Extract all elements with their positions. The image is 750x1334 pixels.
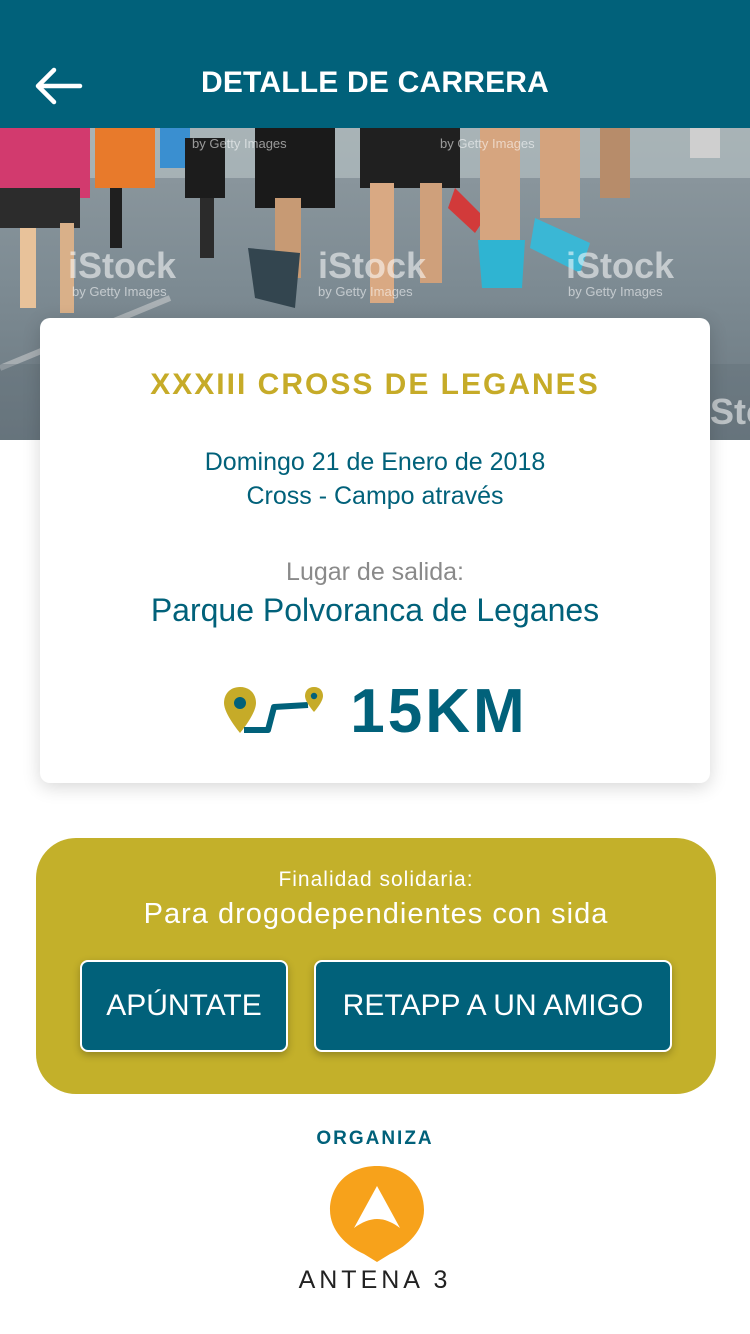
svg-text:by Getty Images: by Getty Images — [440, 136, 535, 151]
svg-text:by Getty Images: by Getty Images — [318, 284, 413, 299]
svg-text:iStock: iStock — [566, 245, 675, 286]
solidarity-label: Finalidad solidaria: — [278, 868, 474, 891]
svg-text:iStock: iStock — [318, 245, 427, 286]
distance-value: 15KM — [350, 676, 528, 746]
top-bar: DETALLE DE CARRERA — [0, 0, 750, 128]
start-place-label: Lugar de salida: — [286, 558, 464, 586]
start-place-value: Parque Polvoranca de Leganes — [150, 592, 600, 628]
race-card: XXXIII CROSS DE LEGANES Domingo 21 de En… — [40, 318, 710, 783]
svg-text:by Getty Images: by Getty Images — [192, 136, 287, 151]
antena3-logo-text: ANTENA 3 — [298, 1266, 452, 1294]
join-button[interactable]: APÚNTATE — [80, 960, 288, 1052]
solidarity-value: Para drogodependientes con sida — [143, 898, 609, 930]
route-pin-icon — [224, 687, 324, 733]
race-type: Cross - Campo através — [246, 482, 504, 510]
race-date: Domingo 21 de Enero de 2018 — [204, 448, 546, 476]
retapp-friend-button[interactable]: RETAPP A UN AMIGO — [314, 960, 672, 1052]
antena3-logo — [330, 1166, 424, 1262]
race-name: XXXIII CROSS DE LEGANES — [150, 368, 600, 401]
svg-text:by Getty Images: by Getty Images — [568, 284, 663, 299]
svg-text:by Getty Images: by Getty Images — [72, 284, 167, 299]
distance-row: 15KM — [40, 676, 710, 746]
solidarity-panel: Finalidad solidaria: Para drogodependien… — [36, 838, 716, 1094]
organizer-label: ORGANIZA — [316, 1128, 434, 1149]
page-title: DETALLE DE CARRERA — [200, 66, 550, 99]
svg-text:iStock: iStock — [68, 245, 177, 286]
